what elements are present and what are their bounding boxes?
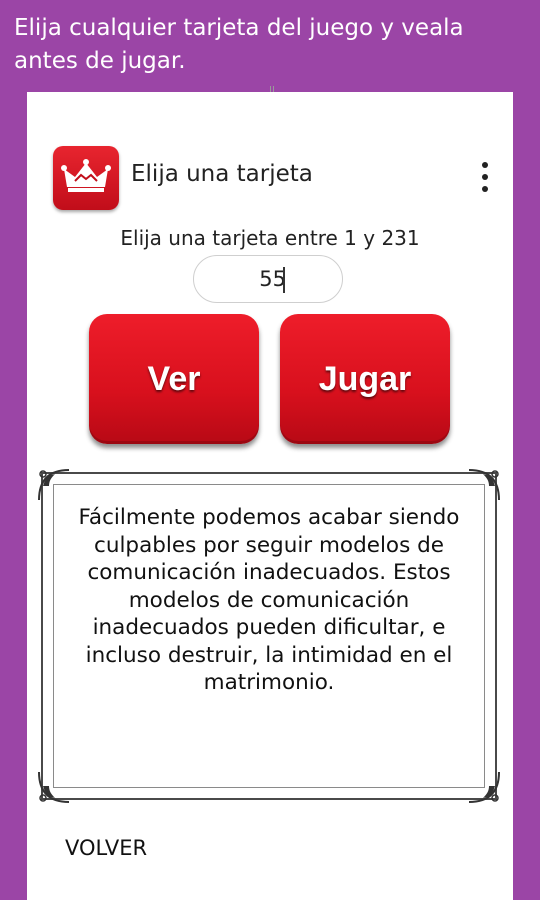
jugar-button[interactable]: Jugar [280, 314, 450, 444]
card-number-input[interactable] [193, 255, 343, 303]
card-text: Fácilmente podemos acabar siendo culpabl… [78, 505, 460, 695]
corner-ornament-icon [38, 771, 70, 803]
corner-ornament-icon [468, 771, 500, 803]
back-button[interactable]: VOLVER [65, 836, 147, 860]
card-range-prompt: Elija una tarjeta entre 1 y 231 [120, 226, 420, 250]
status-notch [270, 86, 274, 92]
phone-screen: Elija una tarjeta Elija una tarjeta entr… [27, 86, 513, 900]
more-vert-icon[interactable] [473, 162, 497, 192]
app-title: Elija una tarjeta [131, 161, 313, 187]
corner-ornament-icon [38, 469, 70, 501]
text-caret [283, 267, 285, 293]
corner-ornament-icon [468, 469, 500, 501]
crown-icon [53, 146, 119, 210]
ver-button[interactable]: Ver [89, 314, 259, 444]
promo-caption: Elija cualquier tarjeta del juego y veal… [14, 15, 464, 74]
app-bar: Elija una tarjeta [27, 144, 513, 214]
card-preview: Fácilmente podemos acabar siendo culpabl… [35, 466, 503, 806]
